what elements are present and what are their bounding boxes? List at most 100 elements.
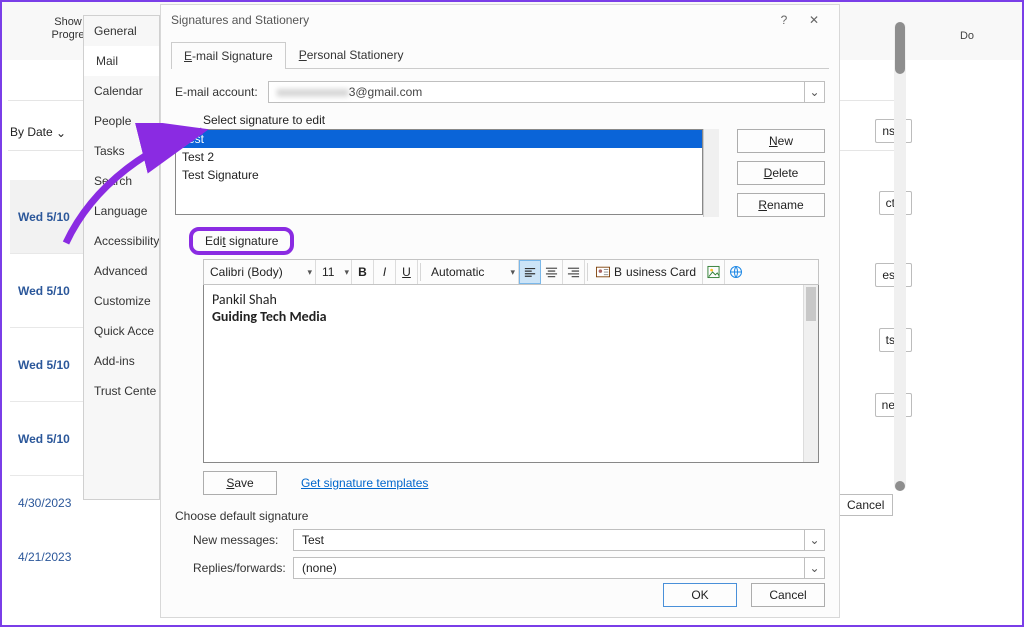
new-messages-select[interactable]: Test ⌄ bbox=[293, 529, 825, 551]
close-icon: ✕ bbox=[809, 13, 819, 27]
email-account-label: E-mail account: bbox=[175, 85, 258, 99]
font-color-select[interactable]: Automatic ▾ bbox=[423, 260, 519, 284]
signature-listbox[interactable]: Test Test 2 Test Signature bbox=[175, 129, 703, 215]
signature-editor[interactable]: Pankil Shah Guiding Tech Media bbox=[203, 285, 819, 463]
new-messages-value: Test bbox=[302, 533, 324, 547]
chevron-down-icon: ▾ bbox=[307, 267, 312, 278]
replies-forwards-label: Replies/forwards: bbox=[193, 561, 285, 575]
scrollbar-thumb[interactable] bbox=[895, 22, 905, 74]
dialog-titlebar: Signatures and Stationery ? ✕ bbox=[161, 5, 839, 35]
options-cancel-button[interactable]: Cancel bbox=[838, 494, 893, 516]
category-general[interactable]: General bbox=[84, 16, 159, 46]
category-mail[interactable]: Mail bbox=[84, 46, 159, 76]
category-advanced[interactable]: Advanced bbox=[84, 256, 159, 286]
replies-forwards-select[interactable]: (none) ⌄ bbox=[293, 557, 825, 579]
new-signature-button[interactable]: New bbox=[737, 129, 825, 153]
ok-button[interactable]: OK bbox=[663, 583, 737, 607]
email-account-value: 3@gmail.com bbox=[349, 85, 423, 99]
tab-email-signature[interactable]: E-mail Signature bbox=[171, 42, 286, 69]
mail-date-label: Wed 5/10 bbox=[18, 284, 70, 298]
cancel-button[interactable]: Cancel bbox=[751, 583, 825, 607]
insert-hyperlink-button[interactable] bbox=[725, 260, 747, 284]
options-categories-panel: General Mail Calendar People Tasks Searc… bbox=[83, 15, 160, 500]
scrollbar[interactable] bbox=[803, 285, 818, 462]
editor-line-1: Pankil Shah bbox=[212, 291, 810, 308]
category-quick-access[interactable]: Quick Acce bbox=[84, 316, 159, 346]
signature-item-test[interactable]: Test bbox=[176, 130, 702, 148]
picture-icon bbox=[707, 265, 720, 279]
italic-button[interactable]: I bbox=[374, 260, 396, 284]
separator bbox=[587, 263, 588, 281]
mail-date-label: 4/30/2023 bbox=[18, 496, 71, 510]
font-size-select[interactable]: 11 ▾ bbox=[316, 260, 352, 284]
save-signature-button[interactable]: Save bbox=[203, 471, 277, 495]
chevron-down-icon[interactable]: ⌄ bbox=[804, 558, 824, 578]
align-right-icon bbox=[567, 265, 580, 279]
rename-signature-button[interactable]: Rename bbox=[737, 193, 825, 217]
business-card-label: usiness Card bbox=[626, 265, 696, 279]
mail-date-label: Wed 5/10 bbox=[18, 358, 70, 372]
font-family-select[interactable]: Calibri (Body) ▾ bbox=[204, 260, 316, 284]
insert-picture-button[interactable] bbox=[703, 260, 725, 284]
align-left-icon bbox=[524, 265, 536, 279]
category-accessibility[interactable]: Accessibility bbox=[84, 226, 159, 256]
select-signature-label: Select signature to edit bbox=[203, 113, 839, 127]
signature-item-test2[interactable]: Test 2 bbox=[176, 148, 702, 166]
mail-date-label: Wed 5/10 bbox=[18, 432, 70, 446]
sort-label: By Date bbox=[10, 125, 53, 139]
mail-date-label: Wed 5/10 bbox=[18, 210, 70, 224]
ribbon-fragment: Do bbox=[960, 30, 974, 42]
category-language[interactable]: Language bbox=[84, 196, 159, 226]
font-color-value: Automatic bbox=[431, 265, 484, 279]
chevron-down-icon: ▾ bbox=[344, 267, 349, 278]
separator bbox=[420, 263, 421, 281]
help-button[interactable]: ? bbox=[769, 8, 799, 32]
align-right-button[interactable] bbox=[563, 260, 585, 284]
category-calendar[interactable]: Calendar bbox=[84, 76, 159, 106]
align-left-button[interactable] bbox=[519, 260, 541, 284]
replies-forwards-value: (none) bbox=[302, 561, 337, 575]
tab-personal-stationery[interactable]: Personal Stationery bbox=[286, 41, 417, 68]
scrollbar-thumb[interactable] bbox=[806, 287, 816, 321]
show-progress-button[interactable]: Show Progre bbox=[48, 16, 88, 42]
mail-date-row[interactable]: 4/21/2023 bbox=[10, 530, 120, 584]
chevron-down-icon[interactable]: ⌄ bbox=[804, 82, 824, 102]
scrollbar[interactable] bbox=[703, 129, 719, 217]
email-account-select[interactable]: xxxxxxxxxxxx 3@gmail.com ⌄ bbox=[268, 81, 825, 103]
signature-editor-toolbar: Calibri (Body) ▾ 11 ▾ B I U Automatic ▾ Bus… bbox=[203, 259, 819, 285]
edit-signature-label: Edit signature bbox=[189, 227, 294, 255]
editor-line-2: Guiding Tech Media bbox=[212, 308, 810, 325]
close-button[interactable]: ✕ bbox=[799, 8, 829, 32]
mail-date-label: 4/21/2023 bbox=[18, 550, 71, 564]
category-trust-center[interactable]: Trust Cente bbox=[84, 376, 159, 406]
new-messages-label: New messages: bbox=[193, 533, 285, 547]
globe-link-icon bbox=[729, 265, 743, 279]
email-account-hidden: xxxxxxxxxxxx bbox=[277, 85, 349, 99]
business-card-button[interactable]: Business Card bbox=[590, 260, 703, 284]
dialog-title: Signatures and Stationery bbox=[171, 13, 769, 27]
align-center-button[interactable] bbox=[541, 260, 563, 284]
category-people[interactable]: People bbox=[84, 106, 159, 136]
category-customize[interactable]: Customize bbox=[84, 286, 159, 316]
font-family-value: Calibri (Body) bbox=[210, 265, 283, 279]
chevron-down-icon[interactable]: ⌄ bbox=[804, 530, 824, 550]
category-addins[interactable]: Add-ins bbox=[84, 346, 159, 376]
scrollbar-track bbox=[894, 22, 906, 491]
category-tasks[interactable]: Tasks bbox=[84, 136, 159, 166]
get-templates-link[interactable]: Get signature templates bbox=[301, 476, 428, 490]
signature-item-test-signature[interactable]: Test Signature bbox=[176, 166, 702, 184]
defaults-section-label: Choose default signature bbox=[175, 509, 308, 523]
delete-signature-button[interactable]: Delete bbox=[737, 161, 825, 185]
scrollbar-thumb[interactable] bbox=[895, 481, 905, 491]
chevron-down-icon: ⌄ bbox=[56, 126, 66, 140]
sort-by-date[interactable]: By Date ⌄ bbox=[10, 125, 66, 139]
bold-button[interactable]: B bbox=[352, 260, 374, 284]
font-size-value: 11 bbox=[322, 265, 334, 279]
signatures-dialog: Signatures and Stationery ? ✕ E-mail Sig… bbox=[160, 4, 840, 618]
business-card-icon bbox=[596, 265, 610, 279]
underline-button[interactable]: U bbox=[396, 260, 418, 284]
scrollbar[interactable] bbox=[894, 22, 906, 491]
category-search[interactable]: Search bbox=[84, 166, 159, 196]
dialog-tabs: E-mail Signature Personal Stationery bbox=[171, 41, 829, 69]
chevron-down-icon: ▾ bbox=[510, 267, 515, 278]
